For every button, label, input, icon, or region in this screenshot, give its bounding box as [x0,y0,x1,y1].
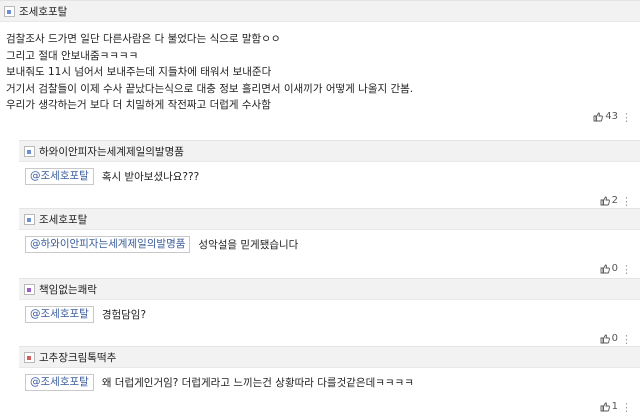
more-options-icon[interactable]: ⋮ [621,112,632,123]
nickname[interactable]: 고추장크림톡떡추 [39,350,116,365]
comment-text-line: 우리가 생각하는거 보다 더 치밀하게 작전짜고 더럽게 수사함 [6,99,271,111]
comment-body: @조세호포탈 왜 더럽게인거임? 더럽게라고 느끼는건 상황따라 다를것같은데ㅋㅋ… [19,368,640,416]
thumbs-up-icon [600,196,610,205]
mention-tag[interactable]: @조세호포탈 [25,168,94,185]
user-badge-icon [24,145,35,157]
more-options-icon[interactable]: ⋮ [621,402,632,413]
comment-header: 조세호포탈 [0,0,640,22]
comment-body: 검찰조사 드가면 일단 다른사람은 다 불었다는 식으로 말함ㅇㅇ 그리고 절대… [0,22,640,126]
like-button[interactable]: 43 [593,111,618,122]
comment-header: 하와이안피자는세계제일의발명품 [19,140,640,162]
comment-body: @하와이안피자는세계제일의발명품 성악설을 믿게됐습니다 0 ⋮ [19,230,640,278]
like-count: 0 [611,333,618,344]
comment-header: 고추장크림톡떡추 [19,346,640,368]
user-badge-icon [24,351,35,363]
mention-tag[interactable]: @하와이안피자는세계제일의발명품 [25,236,191,253]
thumbs-up-icon [600,402,610,411]
nickname[interactable]: 책임없는쾌락 [39,282,97,297]
comment-text: 경험담임? [101,309,147,321]
comment-body: @조세호포탈 경험담임? 0 ⋮ [19,300,640,348]
like-button[interactable]: 2 [600,195,618,206]
thumbs-up-icon [600,334,610,343]
like-button[interactable]: 0 [600,263,618,274]
user-badge-icon [4,5,15,17]
mention-tag[interactable]: @조세호포탈 [25,374,94,391]
thumbs-up-icon [600,264,610,273]
nickname[interactable]: 조세호포탈 [39,212,87,227]
comment-reply: 하와이안피자는세계제일의발명품 @조세호포탈 혹시 받아보셨나요??? 2 ⋮ [0,140,640,210]
comment-reply: 조세호포탈 @하와이안피자는세계제일의발명품 성악설을 믿게됐습니다 0 ⋮ [0,208,640,278]
comment-header: 조세호포탈 [19,208,640,230]
comment-text: 혹시 받아보셨나요??? [101,171,200,183]
thumbs-up-icon [593,112,604,121]
nickname[interactable]: 하와이안피자는세계제일의발명품 [39,144,184,159]
like-count: 43 [605,111,618,122]
comment-text-line: 그리고 절대 안보내줌ㅋㅋㅋㅋ [6,49,139,62]
more-options-icon[interactable]: ⋮ [621,264,632,275]
comment-body: @조세호포탈 혹시 받아보셨나요??? 2 ⋮ [19,162,640,210]
more-options-icon[interactable]: ⋮ [621,334,632,345]
more-options-icon[interactable]: ⋮ [621,196,632,207]
user-badge-icon [24,213,35,225]
like-count: 1 [611,401,618,412]
comment-text-line: 검찰조사 드가면 일단 다른사람은 다 불었다는 식으로 말함ㅇㅇ [6,33,281,45]
user-badge-icon [24,283,35,295]
like-button[interactable]: 1 [600,401,618,412]
comment-text-line: 거기서 검찰들이 이제 수사 끝났다는식으로 대충 정보 흘리면서 이새끼가 어… [6,82,414,95]
comment-reply: 고추장크림톡떡추 @조세호포탈 왜 더럽게인거임? 더럽게라고 느끼는건 상황따라… [0,346,640,416]
like-count: 0 [611,263,618,274]
mention-tag[interactable]: @조세호포탈 [25,306,94,323]
comment-text: 왜 더럽게인거임? 더럽게라고 느끼는건 상황따라 다를것같은데ㅋㅋㅋㅋ [101,377,414,389]
comment-text-line: 보내줘도 11시 넘어서 보내주는데 지들차에 태워서 보내준다 [6,66,272,78]
comment-header: 책임없는쾌락 [19,278,640,300]
comment-root: 조세호포탈 검찰조사 드가면 일단 다른사람은 다 불었다는 식으로 말함ㅇㅇ … [0,0,640,126]
like-button[interactable]: 0 [600,333,618,344]
nickname[interactable]: 조세호포탈 [19,4,67,19]
comment-text: 성악설을 믿게됐습니다 [198,239,299,251]
comment-reply: 책임없는쾌락 @조세호포탈 경험담임? 0 ⋮ [0,278,640,348]
like-count: 2 [611,195,618,206]
